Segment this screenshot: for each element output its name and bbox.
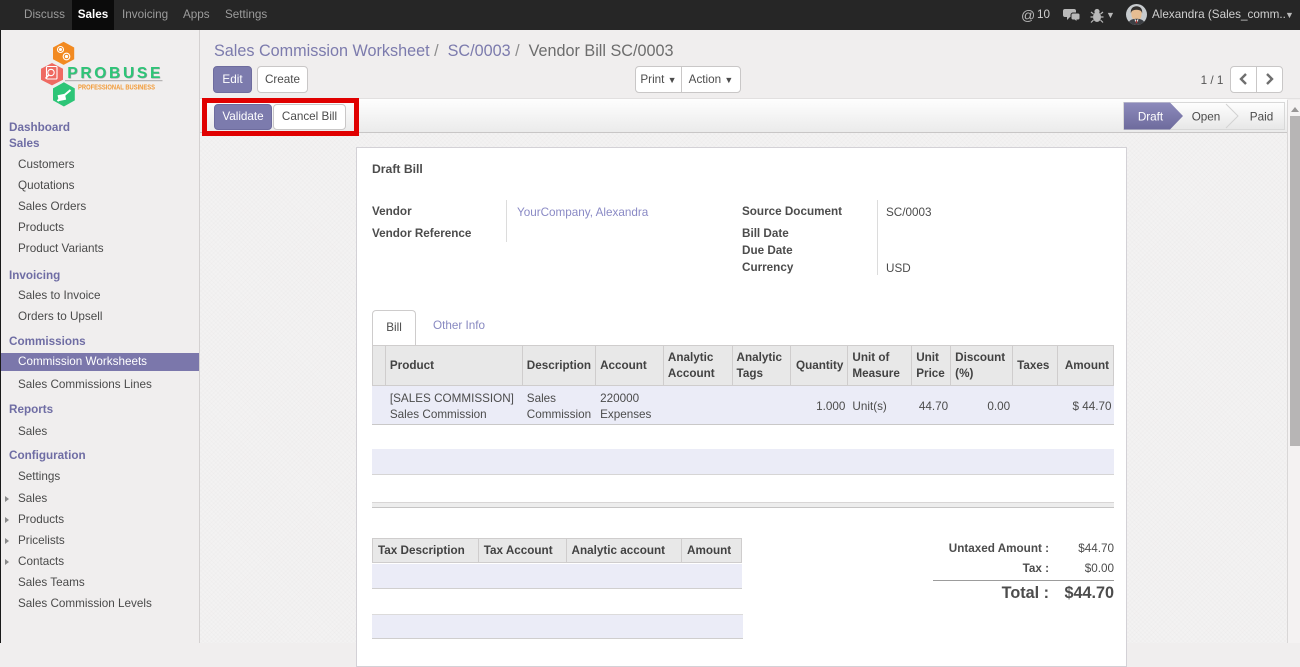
- svg-text:Paid: Paid: [1250, 111, 1273, 124]
- svg-text:PROFESSIONAL BUSINESS: PROFESSIONAL BUSINESS: [78, 83, 155, 92]
- svg-text:Open: Open: [1192, 111, 1221, 124]
- svg-text:PROBUSE: PROBUSE: [67, 65, 160, 82]
- svg-text:Draft: Draft: [1138, 111, 1164, 124]
